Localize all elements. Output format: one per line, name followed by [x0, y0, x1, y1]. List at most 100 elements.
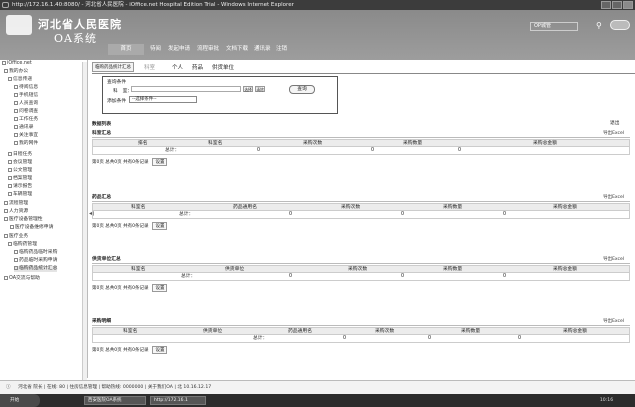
tree-item-selected[interactable]: 临购药品统计汇总	[14, 266, 58, 272]
column-header: 采购次数	[341, 205, 361, 210]
user-select[interactable]: OP城管	[530, 22, 578, 31]
pager: 第0页 总共0页 共有0条记录 设置	[92, 346, 168, 354]
table-row-total: 总计： 0 0 0	[92, 335, 630, 343]
taskbar-item-oa[interactable]: 西安医院OA系统	[84, 396, 146, 405]
tree-item[interactable]: 待阅信息	[14, 85, 38, 91]
tree-item[interactable]: 问卷调查	[14, 109, 38, 115]
tree-item[interactable]: OA交流与帮助	[4, 276, 40, 282]
nav-approval[interactable]: 流程审批	[197, 44, 219, 55]
tree-item[interactable]: 人力资源	[4, 209, 28, 215]
tree-item[interactable]: 药品临时采购申请	[14, 258, 57, 264]
search-icon[interactable]: ⚲	[596, 21, 602, 30]
table-header: 科室名 供货单位 采购次数 采购数量 采购总金额	[92, 265, 630, 273]
column-header: 科室名	[131, 267, 146, 272]
tree-item[interactable]: 工作任务	[14, 117, 38, 123]
query-legend: 查询条件	[107, 80, 127, 85]
nav-downloads[interactable]: 文档下载	[226, 44, 248, 55]
search-button[interactable]: 查询	[289, 85, 315, 94]
select-button[interactable]: 选择	[243, 86, 253, 92]
settings-button[interactable]: 设置	[152, 158, 168, 166]
column-header: 采购总金额	[553, 267, 577, 272]
tree-item[interactable]: 会议管理	[8, 160, 32, 166]
minimize-button[interactable]	[601, 1, 611, 9]
export-excel-link[interactable]: 导出Excel	[603, 130, 624, 138]
settings-button[interactable]: 设置	[152, 346, 168, 354]
tab-personal[interactable]: 个人	[172, 63, 183, 71]
start-button[interactable]: 开始	[0, 394, 40, 407]
tab-supplier[interactable]: 供货单位	[212, 63, 234, 71]
total-label: 总计：	[253, 336, 268, 341]
nav-contacts[interactable]: 通讯录	[254, 44, 271, 55]
close-button[interactable]	[623, 1, 633, 9]
status-text: 河北省 院长 | 在线: 80 | 住房信息管理 | 帮助热线: 0000000…	[18, 385, 212, 390]
clear-button[interactable]: 清除	[255, 86, 265, 92]
table-row-total: 总计： 0 0 0	[92, 211, 630, 219]
doc-icon	[14, 85, 18, 89]
nav-logout[interactable]: 注销	[276, 44, 287, 55]
column-header: 采购数量	[443, 205, 463, 210]
tab-dept[interactable]: 科室	[144, 63, 155, 71]
tree-item[interactable]: 公文管理	[8, 168, 32, 174]
pager: 第0页 总共0页 共有0条记录 设置	[92, 284, 168, 292]
tree-item[interactable]: 日程任务	[8, 152, 32, 158]
doc-icon	[14, 101, 18, 105]
folder-icon	[8, 242, 12, 246]
tree-item[interactable]: 医疗业务	[4, 234, 28, 240]
folder-icon	[8, 152, 12, 156]
tree-item[interactable]: 临购药品临时采购	[14, 250, 57, 256]
nav-new-request[interactable]: 发起申请	[168, 44, 190, 55]
doc-icon	[14, 258, 18, 262]
add-condition-select[interactable]: --选择条件--	[129, 96, 197, 103]
tree-item[interactable]: 请示报告	[8, 184, 32, 190]
tree-item[interactable]: 人员查询	[14, 101, 38, 107]
tab-drug[interactable]: 药品	[192, 63, 203, 71]
tab-bar: 临购药品统计汇总 科室 个人 药品 供货单位	[92, 60, 635, 74]
cell-value: 0	[401, 212, 405, 217]
export-excel-link[interactable]: 导出Excel	[603, 256, 624, 264]
tree-item[interactable]: 信息传递	[8, 77, 32, 83]
cell-value: 0	[371, 148, 375, 153]
column-header: 采购次数	[348, 267, 368, 272]
tree-item[interactable]: 我的办公	[4, 69, 28, 75]
tree-item[interactable]: 医疗设备管理性	[4, 217, 43, 223]
dept-input[interactable]	[131, 86, 241, 92]
tree-item[interactable]: 医疗设备维修申请	[10, 225, 53, 231]
doc-icon	[14, 141, 18, 145]
column-header: 供货单位	[225, 267, 245, 272]
tab-summary[interactable]: 临购药品统计汇总	[92, 62, 134, 72]
nav-home[interactable]: 首页	[108, 44, 144, 55]
info-icon: ⓘ	[6, 385, 11, 390]
tree-item[interactable]: 车辆管理	[8, 192, 32, 198]
tree-item[interactable]: 通讯录	[14, 125, 33, 131]
export-excel-link[interactable]: 导出Excel	[603, 194, 624, 202]
column-header: 采购数量	[403, 141, 423, 146]
nav-pending-read[interactable]: 待阅	[150, 44, 161, 55]
tree-item[interactable]: 手机短信	[14, 93, 38, 99]
cell-value: 0	[289, 274, 293, 279]
cell-value: 0	[428, 336, 432, 341]
tree-item[interactable]: 关注事宜	[14, 133, 38, 139]
settings-button[interactable]: 设置	[152, 222, 168, 230]
maximize-button[interactable]	[612, 1, 622, 9]
exit-button[interactable]: 退出	[610, 119, 620, 126]
tree-item[interactable]: 我的网件	[14, 141, 38, 147]
taskbar-item-ie[interactable]: http://172.16.1	[150, 396, 206, 405]
settings-button[interactable]: 设置	[152, 284, 168, 292]
user-button[interactable]	[610, 20, 630, 30]
tree-item[interactable]: 流程管理	[4, 201, 28, 207]
export-excel-link[interactable]: 导出Excel	[603, 318, 624, 326]
tree-item[interactable]: 档案管理	[8, 176, 32, 182]
sidebar-scrollbar[interactable]	[82, 62, 87, 380]
total-label: 总计：	[179, 212, 194, 217]
window-controls	[601, 1, 633, 9]
tree-root[interactable]: iOffice.net	[2, 61, 32, 67]
section-title: 采购明细 导出Excel	[92, 318, 630, 326]
doc-icon	[14, 250, 18, 254]
window-title-bar: http://172.16.1.40:8080/ - 河北省人民医院 - iOf…	[0, 0, 635, 10]
column-header: 采购总金额	[563, 329, 587, 334]
tree-item[interactable]: 临购药管理	[8, 242, 37, 248]
column-header: 采购总金额	[553, 205, 577, 210]
column-header: 采购总金额	[533, 141, 557, 146]
table-header: 科室名 药品通用名 采购次数 采购数量 采购总金额	[92, 203, 630, 211]
column-header: 采购数量	[461, 329, 481, 334]
